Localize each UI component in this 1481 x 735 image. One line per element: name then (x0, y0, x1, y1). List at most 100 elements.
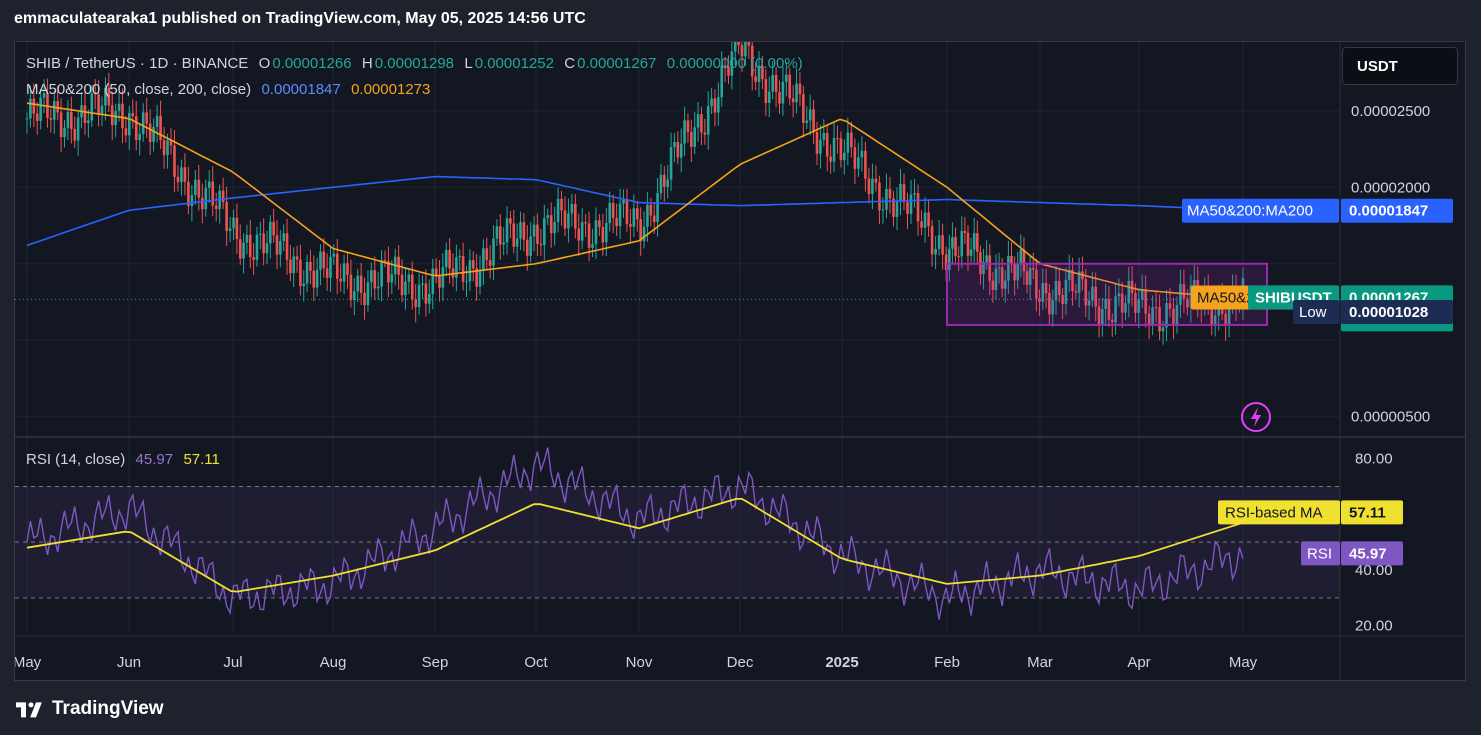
candle-body (923, 212, 927, 228)
candle-body (934, 248, 937, 255)
candle-body (778, 92, 781, 104)
ma200-tag-label: MA50&200:MA200 (1187, 203, 1313, 220)
candle-body (642, 226, 646, 242)
candle-body (563, 210, 567, 229)
footer-brand-text: TradingView (52, 698, 164, 719)
candle-body (35, 113, 39, 121)
candle-body (66, 111, 70, 128)
candle-body (70, 111, 73, 129)
candle-body (197, 179, 201, 198)
candle-body (498, 226, 502, 245)
candle-body (138, 134, 142, 141)
candle-body (383, 260, 387, 262)
candle-body (683, 120, 686, 144)
high-value: 0.00001298 (374, 55, 454, 72)
high-label: H (361, 55, 373, 72)
candle-body (509, 218, 512, 224)
candle-body (733, 42, 737, 52)
candle-body (134, 116, 138, 141)
candle-body (798, 83, 802, 95)
time-tick-label: Dec (727, 654, 754, 671)
candle-body (346, 263, 349, 275)
candle-body (73, 128, 77, 141)
candle-body (468, 260, 472, 282)
candle-body (843, 152, 846, 161)
ma-legend: MA50&200 (50, close, 200, close) 0.00001… (26, 81, 432, 98)
candle-body (117, 103, 121, 111)
candle-body (713, 98, 717, 113)
candle-body (604, 223, 608, 243)
candle-body (805, 120, 809, 123)
open-value: 0.00001266 (272, 55, 352, 72)
candle-body (941, 235, 944, 255)
ma-label: MA50&200 (50, close, 200, close) (26, 81, 252, 98)
candle-body (574, 203, 577, 229)
candle-body (245, 234, 249, 243)
candle-body (960, 231, 964, 257)
candle-body (458, 256, 462, 258)
candle-body (441, 267, 445, 288)
candle-body (204, 187, 208, 210)
candle-body (781, 81, 785, 104)
candle-body (302, 283, 306, 287)
candle-body (349, 274, 353, 301)
time-tick-label: Nov (626, 654, 653, 671)
time-tick-label: Aug (320, 654, 347, 671)
candle-body (808, 109, 812, 121)
candle-body (839, 138, 843, 161)
candle-body (238, 239, 242, 259)
candle-body (536, 224, 539, 244)
candle-body (577, 228, 581, 241)
candle-body (930, 226, 934, 255)
price-tick-label: 0.00002500 (1351, 103, 1430, 120)
candle-body (29, 98, 32, 119)
candle-body (567, 213, 570, 229)
candle-body (832, 138, 836, 162)
candle-body (155, 115, 159, 127)
candle-body (424, 283, 428, 304)
candle-body (703, 132, 707, 135)
candle-body (471, 260, 475, 269)
candle-body (560, 198, 563, 211)
candle-body (515, 238, 519, 247)
candle-body (594, 220, 598, 244)
candle-body (448, 249, 451, 269)
close-value: 0.00001267 (577, 55, 657, 72)
candle-body (902, 183, 906, 203)
ma200-tag-value: 0.00001847 (1349, 203, 1428, 220)
candle-body (611, 202, 615, 218)
candle-body (927, 212, 930, 227)
candle-body (556, 198, 560, 223)
candle-body (315, 269, 319, 288)
candle-body (963, 231, 967, 233)
candle-body (299, 259, 302, 287)
candle-body (951, 237, 954, 249)
currency-button[interactable]: USDT (1342, 47, 1458, 85)
candle-body (656, 193, 659, 222)
chart-canvas[interactable]: 0.000025000.000020000.0000050080.0040.00… (15, 42, 1465, 680)
candle-body (485, 248, 489, 261)
candle-body (173, 145, 176, 177)
candle-body (255, 234, 259, 260)
chart-frame[interactable]: 0.00002500 0.00002000 0.00000500 80.00 40.00… (14, 41, 1466, 681)
candle-body (180, 167, 183, 183)
candle-body (864, 150, 867, 179)
time-tick-label: Oct (524, 654, 548, 671)
candle-body (871, 178, 874, 195)
candle-body (279, 240, 282, 255)
candle-body (370, 270, 373, 283)
candle-body (353, 291, 356, 301)
candle-body (312, 270, 316, 288)
rsi-ma-tag-value: 57.11 (1349, 504, 1386, 521)
candle-body (649, 204, 653, 216)
candle-body (690, 132, 693, 147)
candle-body (764, 79, 768, 103)
candle-body (282, 233, 285, 241)
rsi-ma-tag-label: RSI-based MA (1225, 504, 1323, 521)
candle-body (421, 283, 424, 285)
candle-body (495, 226, 499, 239)
candle-body (767, 91, 771, 103)
close-label: C (564, 55, 576, 72)
candle-body (878, 182, 881, 211)
low-tag-value: 0.00001028 (1349, 304, 1428, 321)
